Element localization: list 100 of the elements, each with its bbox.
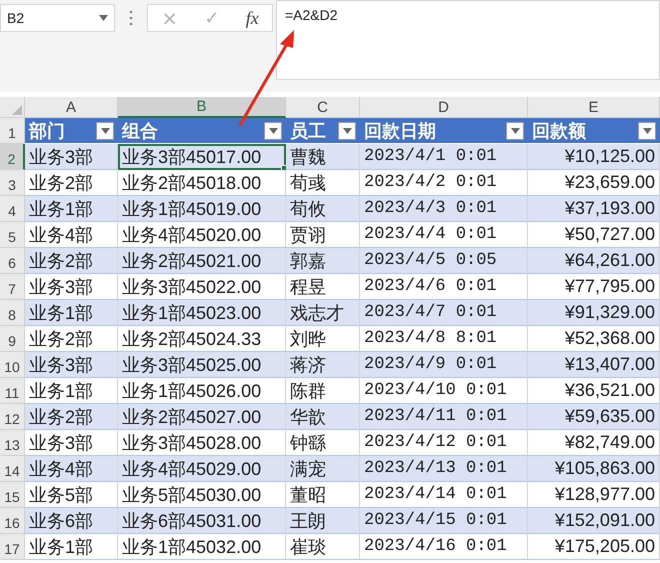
table-cell: 业务4部 bbox=[25, 456, 118, 482]
table-cell: 业务3部45025.00 bbox=[118, 352, 286, 378]
table-cell: ¥91,329.00 bbox=[528, 300, 660, 326]
triangle-icon bbox=[12, 105, 22, 115]
row-header[interactable]: 10 bbox=[0, 352, 25, 378]
table-cell: 业务1部45026.00 bbox=[118, 378, 286, 404]
row-header[interactable]: 16 bbox=[0, 508, 25, 534]
row-header[interactable]: 11 bbox=[0, 378, 25, 404]
table-cell: 业务2部 bbox=[25, 170, 118, 196]
table-cell: 业务6部 bbox=[25, 508, 118, 534]
table-cell: 业务1部45032.00 bbox=[118, 534, 286, 560]
table-cell: 钟繇 bbox=[286, 430, 360, 456]
column-header[interactable]: C bbox=[286, 97, 360, 118]
table-cell: 贾诩 bbox=[286, 222, 360, 248]
table-cell: 业务1部45023.00 bbox=[118, 300, 286, 326]
table-cell: 郭嘉 bbox=[286, 248, 360, 274]
table-cell: 业务1部 bbox=[25, 378, 118, 404]
table-cell: 2023/4/1 0:01 bbox=[360, 144, 528, 170]
table-cell: 满宠 bbox=[286, 456, 360, 482]
row-header[interactable]: 9 bbox=[0, 326, 25, 352]
filter-button[interactable] bbox=[96, 122, 114, 140]
row-header[interactable]: 15 bbox=[0, 482, 25, 508]
insert-function-button[interactable]: fx bbox=[246, 8, 259, 28]
table-cell: 2023/4/8 8:01 bbox=[360, 326, 528, 352]
table-cell: 业务3部 bbox=[25, 274, 118, 300]
table-cell: 2023/4/12 0:01 bbox=[360, 430, 528, 456]
table-cell: 程昱 bbox=[286, 274, 360, 300]
row-header[interactable]: 14 bbox=[0, 456, 25, 482]
row-header[interactable]: 17 bbox=[0, 534, 25, 560]
row-header[interactable]: 7 bbox=[0, 274, 25, 300]
header-label: 回款日期 bbox=[364, 120, 436, 142]
table-cell: 刘晔 bbox=[286, 326, 360, 352]
table-cell: 业务2部 bbox=[25, 326, 118, 352]
active-cell: 业务3部45017.00 bbox=[118, 144, 286, 170]
table-cell: 业务1部45019.00 bbox=[118, 196, 286, 222]
table-cell: ¥52,368.00 bbox=[528, 326, 660, 352]
table-cell: 崔琰 bbox=[286, 534, 360, 560]
table-cell: 业务2部 bbox=[25, 404, 118, 430]
header-label: 组合 bbox=[122, 120, 158, 142]
table-cell: 业务2部 bbox=[25, 248, 118, 274]
caret-icon bbox=[342, 128, 352, 134]
table-cell: 业务6部45031.00 bbox=[118, 508, 286, 534]
name-box[interactable]: B2 bbox=[0, 4, 115, 32]
table-cell: ¥82,749.00 bbox=[528, 430, 660, 456]
caret-icon bbox=[642, 128, 652, 134]
column-header[interactable]: A bbox=[25, 97, 118, 118]
header-label: 回款额 bbox=[532, 120, 586, 142]
table-cell: 业务3部45022.00 bbox=[118, 274, 286, 300]
row-header[interactable]: 8 bbox=[0, 300, 25, 326]
filter-button[interactable] bbox=[506, 122, 524, 140]
row-header[interactable]: 12 bbox=[0, 404, 25, 430]
table-cell: 荀攸 bbox=[286, 196, 360, 222]
formula-bar[interactable]: =A2&D2 bbox=[276, 0, 660, 80]
filter-button[interactable] bbox=[338, 122, 356, 140]
header-label: 部门 bbox=[29, 120, 65, 142]
table-cell: ¥77,795.00 bbox=[528, 274, 660, 300]
row-header[interactable]: 5 bbox=[0, 222, 25, 248]
table-cell: 2023/4/13 0:01 bbox=[360, 456, 528, 482]
table-cell: 2023/4/15 0:01 bbox=[360, 508, 528, 534]
table-cell: 业务5部 bbox=[25, 482, 118, 508]
grip-icon bbox=[129, 10, 133, 26]
table-cell: ¥59,635.00 bbox=[528, 404, 660, 430]
table-cell: 2023/4/3 0:01 bbox=[360, 196, 528, 222]
table-cell: ¥36,521.00 bbox=[528, 378, 660, 404]
column-header[interactable]: B bbox=[118, 97, 286, 118]
table-cell: 业务4部 bbox=[25, 222, 118, 248]
row-header[interactable]: 13 bbox=[0, 430, 25, 456]
table-cell: 业务2部45027.00 bbox=[118, 404, 286, 430]
row-header[interactable]: 2 bbox=[0, 144, 25, 170]
row-header[interactable]: 1 bbox=[0, 118, 25, 144]
column-header[interactable]: E bbox=[528, 97, 660, 118]
filter-button[interactable] bbox=[638, 122, 656, 140]
table-cell: 2023/4/14 0:01 bbox=[360, 482, 528, 508]
table-cell: 2023/4/6 0:01 bbox=[360, 274, 528, 300]
header-label: 员工 bbox=[290, 120, 326, 142]
table-cell: ¥175,205.00 bbox=[528, 534, 660, 560]
table-cell: ¥64,261.00 bbox=[528, 248, 660, 274]
column-header[interactable]: D bbox=[360, 97, 528, 118]
caret-icon bbox=[268, 128, 278, 134]
table-cell: 曹魏 bbox=[286, 144, 360, 170]
table-cell: 业务2部45024.33 bbox=[118, 326, 286, 352]
table-cell: 业务3部 bbox=[25, 352, 118, 378]
table-cell: 2023/4/5 0:05 bbox=[360, 248, 528, 274]
table-cell: 业务1部 bbox=[25, 196, 118, 222]
filter-button[interactable] bbox=[264, 122, 282, 140]
caret-icon bbox=[100, 128, 110, 134]
row-header[interactable]: 6 bbox=[0, 248, 25, 274]
table-cell: ¥10,125.00 bbox=[528, 144, 660, 170]
table-cell: 业务3部45028.00 bbox=[118, 430, 286, 456]
table-cell: 业务3部 bbox=[25, 144, 118, 170]
table-cell: 2023/4/10 0:01 bbox=[360, 378, 528, 404]
table-cell: ¥23,659.00 bbox=[528, 170, 660, 196]
table-cell: 业务2部45018.00 bbox=[118, 170, 286, 196]
table-cell: ¥13,407.00 bbox=[528, 352, 660, 378]
table-cell: 2023/4/11 0:01 bbox=[360, 404, 528, 430]
row-header[interactable]: 3 bbox=[0, 170, 25, 196]
table-cell: ¥128,977.00 bbox=[528, 482, 660, 508]
table-cell: 业务3部 bbox=[25, 430, 118, 456]
row-header[interactable]: 4 bbox=[0, 196, 25, 222]
caret-icon bbox=[99, 15, 108, 21]
